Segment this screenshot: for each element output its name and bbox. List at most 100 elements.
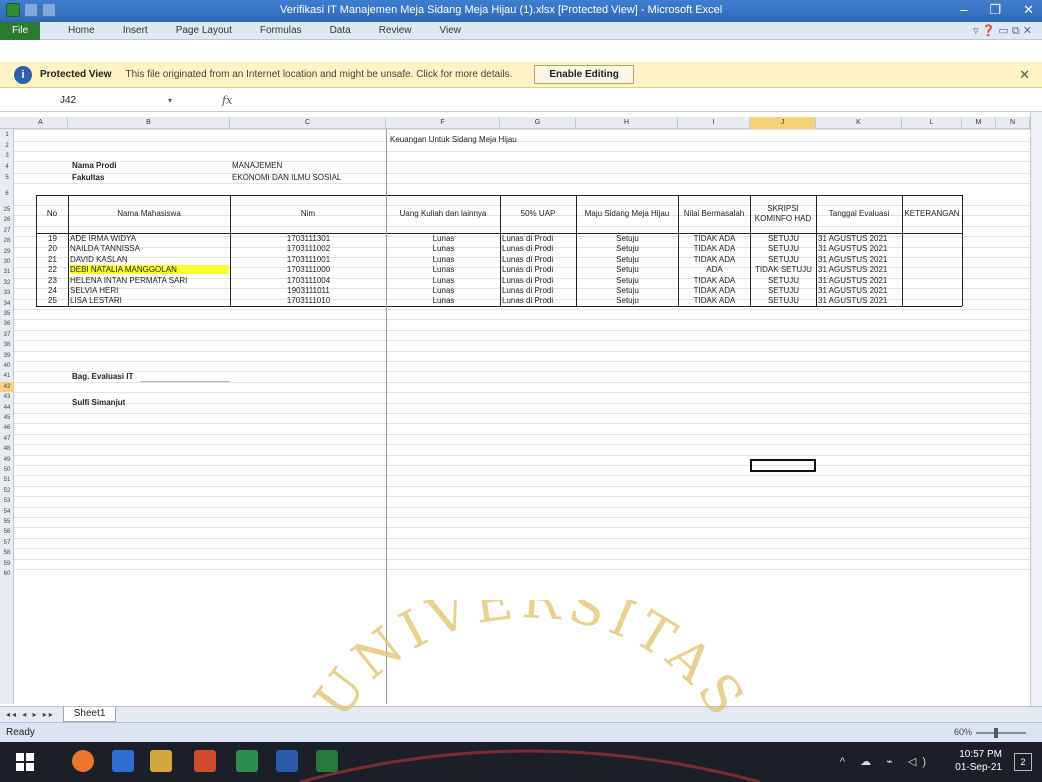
table-cell[interactable]: 31 AGUSTUS 2021: [818, 286, 901, 295]
table-cell[interactable]: TIDAK ADA: [680, 276, 749, 285]
active-cell[interactable]: [750, 459, 816, 472]
table-cell[interactable]: Lunas: [388, 234, 499, 243]
table-cell[interactable]: 31 AGUSTUS 2021: [818, 296, 901, 305]
table-cell[interactable]: TIDAK ADA: [680, 286, 749, 295]
tab-view[interactable]: View: [439, 25, 461, 36]
name-box[interactable]: J42 ▾: [60, 92, 172, 110]
table-cell[interactable]: 1703111010: [232, 296, 385, 305]
row-header[interactable]: 5: [0, 173, 14, 183]
table-cell[interactable]: SETUJU: [752, 296, 815, 305]
table-cell[interactable]: SETUJU: [752, 286, 815, 295]
row-header[interactable]: 41: [0, 371, 14, 381]
row-header[interactable]: 36: [0, 319, 14, 329]
table-cell[interactable]: Setuju: [578, 276, 677, 285]
row-header[interactable]: 49: [0, 455, 14, 465]
table-cell[interactable]: SELVIA HERI: [70, 286, 229, 295]
word-icon[interactable]: [276, 750, 298, 772]
table-cell[interactable]: Setuju: [578, 286, 677, 295]
row-header[interactable]: 47: [0, 434, 14, 444]
file-explorer-icon[interactable]: [150, 750, 172, 772]
row-header[interactable]: 52: [0, 486, 14, 496]
help-controls[interactable]: ▿ ❓ ▭ ⧉ ✕: [973, 24, 1032, 38]
column-header[interactable]: L: [902, 117, 962, 129]
row-header[interactable]: 40: [0, 361, 14, 371]
table-cell[interactable]: Lunas: [388, 276, 499, 285]
zoom-slider[interactable]: [976, 728, 1026, 738]
table-cell[interactable]: 22: [38, 265, 67, 274]
table-cell[interactable]: Setuju: [578, 234, 677, 243]
row-header[interactable]: 43: [0, 392, 14, 402]
table-cell[interactable]: TIDAK ADA: [680, 244, 749, 253]
row-header[interactable]: 55: [0, 517, 14, 527]
system-tray-icons[interactable]: ^ ☁ ⌁ ◁): [840, 755, 932, 768]
undo-icon[interactable]: [42, 3, 56, 17]
excel-icon[interactable]: [316, 750, 338, 772]
table-cell[interactable]: TIDAK ADA: [680, 234, 749, 243]
table-cell[interactable]: ADA: [680, 265, 749, 274]
minimize-button[interactable]: –: [960, 2, 967, 18]
row-header[interactable]: 50: [0, 465, 14, 475]
table-cell[interactable]: SETUJU: [752, 244, 815, 253]
tab-formulas[interactable]: Formulas: [260, 25, 302, 36]
row-header[interactable]: 29: [0, 247, 14, 257]
table-cell[interactable]: Lunas: [388, 255, 499, 264]
table-cell[interactable]: Lunas di Prodi: [502, 276, 575, 285]
row-header[interactable]: 39: [0, 351, 14, 361]
table-cell[interactable]: SETUJU: [752, 255, 815, 264]
row-header[interactable]: 56: [0, 527, 14, 537]
table-cell[interactable]: HELENA INTAN PERMATA SARI: [70, 276, 229, 285]
row-header[interactable]: 54: [0, 507, 14, 517]
column-header[interactable]: I: [678, 117, 750, 129]
zoom-level[interactable]: 60%: [954, 727, 972, 737]
table-cell[interactable]: 21: [38, 255, 67, 264]
task-view-icon[interactable]: [112, 750, 134, 772]
tab-file[interactable]: File: [0, 21, 40, 40]
vertical-scrollbar[interactable]: [1030, 112, 1042, 706]
table-cell[interactable]: DAVID KASLAN: [70, 255, 229, 264]
table-cell[interactable]: DEBI NATALIA MANGGOLAN: [70, 265, 229, 275]
tab-insert[interactable]: Insert: [123, 25, 148, 36]
protected-view-message[interactable]: This file originated from an Internet lo…: [126, 69, 513, 80]
row-header[interactable]: 58: [0, 548, 14, 558]
table-cell[interactable]: TIDAK ADA: [680, 296, 749, 305]
row-header[interactable]: 26: [0, 215, 14, 225]
row-header[interactable]: 28: [0, 236, 14, 246]
sheet-nav-buttons[interactable]: ◂◂ ◂ ▸ ▸▸: [6, 710, 55, 719]
tab-review[interactable]: Review: [379, 25, 412, 36]
table-cell[interactable]: 25: [38, 296, 67, 305]
row-header[interactable]: 45: [0, 413, 14, 423]
table-cell[interactable]: LISA LESTARI: [70, 296, 229, 305]
row-header[interactable]: 42: [0, 381, 14, 393]
row-header[interactable]: 44: [0, 403, 14, 413]
row-header[interactable]: 34: [0, 299, 14, 309]
row-header[interactable]: 57: [0, 538, 14, 548]
row-header[interactable]: 46: [0, 423, 14, 433]
row-header[interactable]: 4: [0, 161, 14, 173]
tab-data[interactable]: Data: [330, 25, 351, 36]
row-header[interactable]: 35: [0, 309, 14, 319]
row-header[interactable]: 1: [0, 129, 14, 141]
table-cell[interactable]: Lunas di Prodi: [502, 234, 575, 243]
table-cell[interactable]: 24: [38, 286, 67, 295]
table-cell[interactable]: TIDAK ADA: [680, 255, 749, 264]
tab-page-layout[interactable]: Page Layout: [176, 25, 232, 36]
row-header[interactable]: 60: [0, 569, 14, 579]
table-cell[interactable]: Lunas: [388, 244, 499, 253]
row-header[interactable]: 37: [0, 330, 14, 340]
table-cell[interactable]: SETUJU: [752, 234, 815, 243]
table-cell[interactable]: TIDAK SETUJU: [752, 265, 815, 274]
notification-icon[interactable]: 2: [1014, 753, 1032, 771]
table-cell[interactable]: 31 AGUSTUS 2021: [818, 234, 901, 243]
column-header[interactable]: K: [816, 117, 902, 129]
row-header[interactable]: 32: [0, 278, 14, 288]
table-cell[interactable]: NAILDA TANNISSA: [70, 244, 229, 253]
table-cell[interactable]: 31 AGUSTUS 2021: [818, 244, 901, 253]
column-header[interactable]: A: [14, 117, 68, 129]
column-header[interactable]: N: [996, 117, 1030, 129]
tab-home[interactable]: Home: [68, 25, 95, 36]
column-header[interactable]: M: [962, 117, 996, 129]
row-header[interactable]: 2: [0, 141, 14, 151]
table-cell[interactable]: 1903111011: [232, 286, 385, 295]
table-cell[interactable]: Setuju: [578, 265, 677, 274]
windows-start-icon[interactable]: [16, 753, 34, 771]
